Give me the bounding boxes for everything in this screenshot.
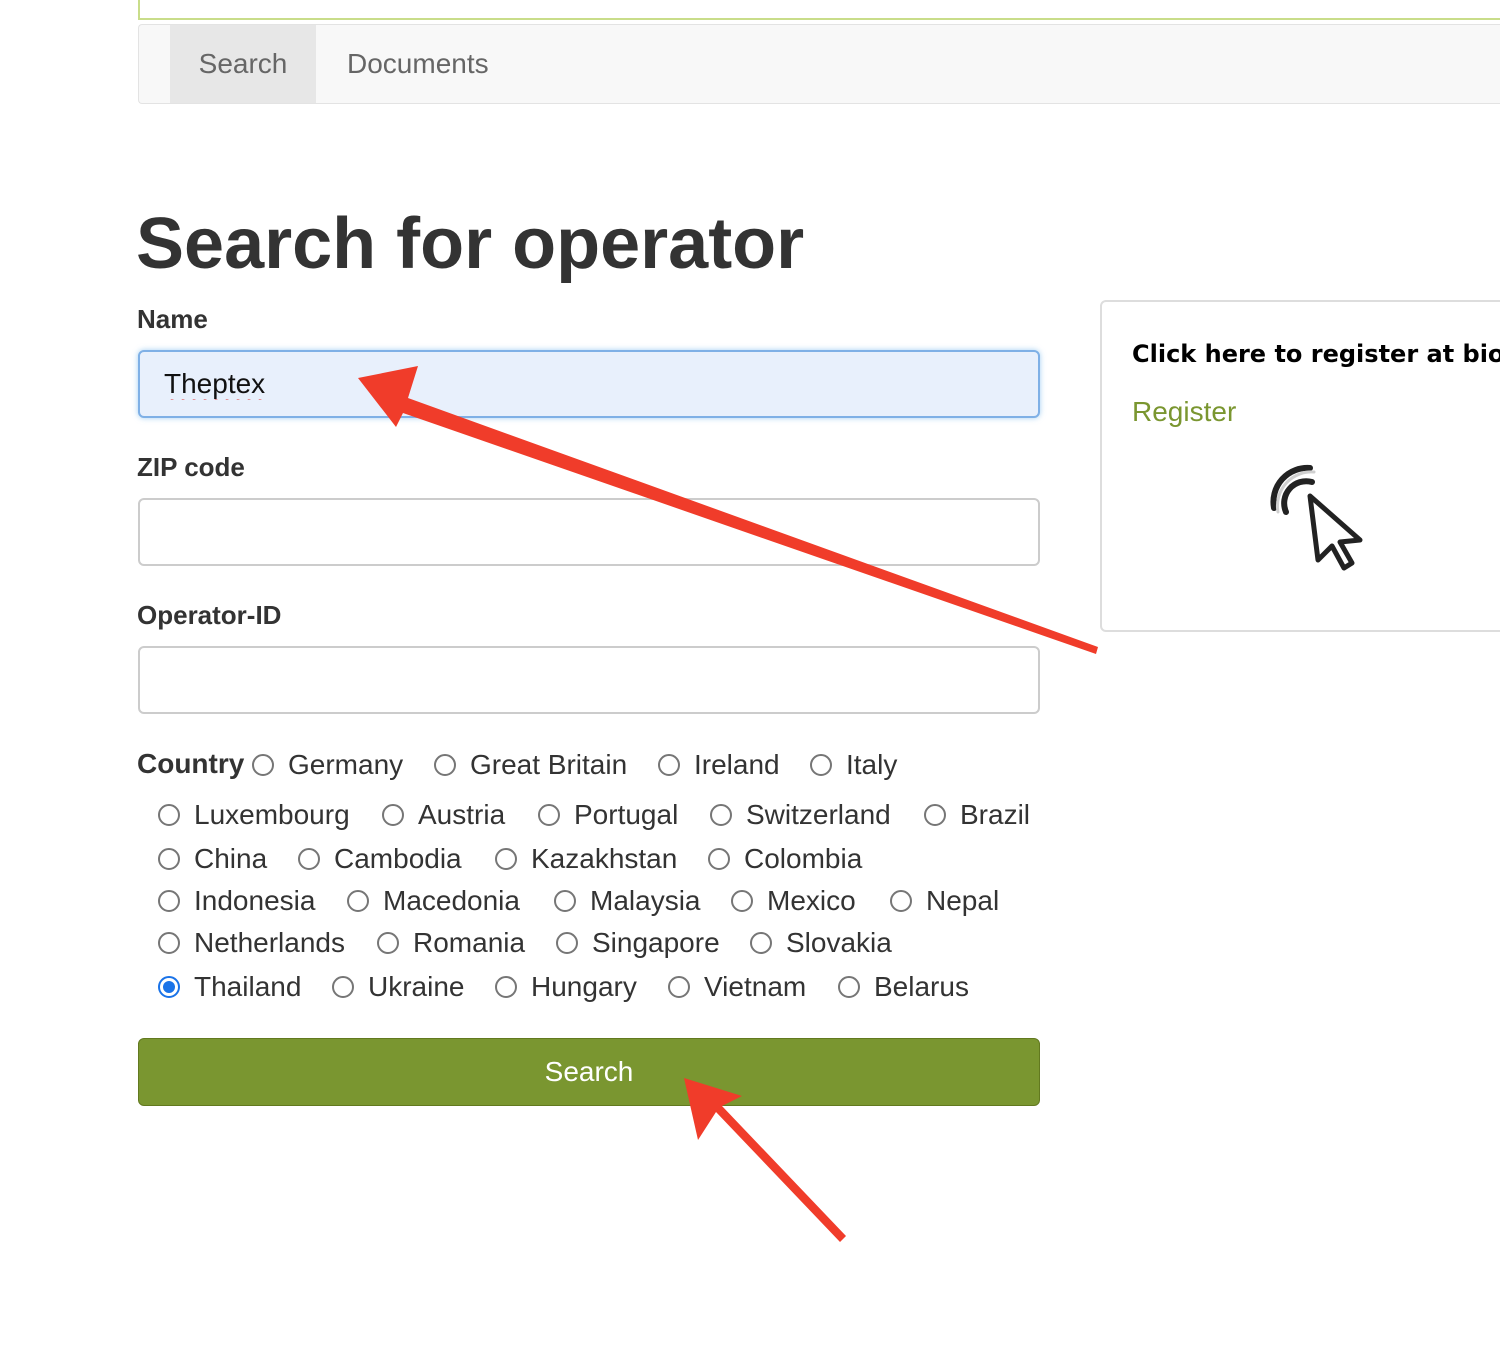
- country-option-label: China: [194, 843, 268, 874]
- register-panel: Click here to register at bio Register: [1100, 300, 1500, 632]
- radio-button[interactable]: [252, 754, 274, 776]
- country-option-ireland[interactable]: Ireland: [658, 749, 780, 781]
- navbar: Search Documents: [138, 24, 1500, 104]
- country-option-singapore[interactable]: Singapore: [556, 927, 720, 959]
- operator-id-input[interactable]: [138, 646, 1040, 714]
- country-option-label: Cambodia: [334, 843, 462, 874]
- country-option-label: Colombia: [744, 843, 863, 874]
- country-option-belarus[interactable]: Belarus: [838, 971, 969, 1003]
- register-link[interactable]: Register: [1132, 396, 1236, 428]
- radio-button[interactable]: [495, 848, 517, 870]
- country-option-label: Vietnam: [704, 971, 807, 1002]
- country-option-hungary[interactable]: Hungary: [495, 971, 637, 1003]
- zip-label: ZIP code: [137, 452, 245, 482]
- top-banner: [138, 0, 1500, 20]
- country-option-mexico[interactable]: Mexico: [731, 885, 856, 917]
- country-option-ukraine[interactable]: Ukraine: [332, 971, 464, 1003]
- country-option-slovakia[interactable]: Slovakia: [750, 927, 892, 959]
- country-option-switzerland[interactable]: Switzerland: [710, 799, 891, 831]
- radio-button[interactable]: [750, 932, 772, 954]
- radio-button[interactable]: [924, 804, 946, 826]
- country-option-label: Great Britain: [470, 749, 628, 780]
- country-option-netherlands[interactable]: Netherlands: [158, 927, 345, 959]
- operator-id-label: Operator-ID: [137, 600, 282, 630]
- radio-button[interactable]: [658, 754, 680, 776]
- country-option-label: Indonesia: [194, 885, 316, 916]
- search-button[interactable]: Search: [138, 1038, 1040, 1106]
- country-option-austria[interactable]: Austria: [382, 799, 505, 831]
- country-option-label: Switzerland: [746, 799, 891, 830]
- country-option-great-britain[interactable]: Great Britain: [434, 749, 627, 781]
- country-option-label: Germany: [288, 749, 404, 780]
- radio-button[interactable]: [838, 976, 860, 998]
- country-option-nepal[interactable]: Nepal: [890, 885, 999, 917]
- radio-button[interactable]: [347, 890, 369, 912]
- country-option-luxembourg[interactable]: Luxembourg: [158, 799, 350, 831]
- country-option-thailand[interactable]: Thailand: [158, 971, 301, 1003]
- country-option-kazakhstan[interactable]: Kazakhstan: [495, 843, 677, 875]
- radio-button[interactable]: [668, 976, 690, 998]
- country-option-label: Ukraine: [368, 971, 465, 1002]
- radio-button[interactable]: [158, 804, 180, 826]
- country-option-china[interactable]: China: [158, 843, 267, 875]
- country-option-label: Luxembourg: [194, 799, 350, 830]
- country-option-malaysia[interactable]: Malaysia: [554, 885, 700, 917]
- country-option-indonesia[interactable]: Indonesia: [158, 885, 315, 917]
- radio-button[interactable]: [298, 848, 320, 870]
- country-option-label: Netherlands: [194, 927, 345, 958]
- country-option-vietnam[interactable]: Vietnam: [668, 971, 806, 1003]
- radio-button[interactable]: [554, 890, 576, 912]
- country-option-colombia[interactable]: Colombia: [708, 843, 862, 875]
- country-option-germany[interactable]: Germany: [252, 749, 403, 781]
- click-cursor-icon: [1270, 464, 1363, 571]
- radio-button[interactable]: [731, 890, 753, 912]
- register-heading: Click here to register at bio: [1132, 340, 1500, 368]
- country-option-label: Macedonia: [383, 885, 520, 916]
- tab-search[interactable]: Search: [170, 25, 316, 103]
- radio-button[interactable]: [890, 890, 912, 912]
- country-option-label: Mexico: [767, 885, 856, 916]
- radio-button[interactable]: [708, 848, 730, 870]
- country-option-brazil[interactable]: Brazil: [924, 799, 1030, 831]
- radio-button[interactable]: [382, 804, 404, 826]
- tab-documents[interactable]: Documents: [347, 25, 489, 103]
- radio-button[interactable]: [158, 976, 180, 998]
- radio-button[interactable]: [158, 848, 180, 870]
- country-label: Country: [137, 748, 245, 779]
- name-input[interactable]: [138, 350, 1040, 418]
- country-option-label: Italy: [846, 749, 898, 780]
- country-option-label: Ireland: [694, 749, 780, 780]
- country-option-label: Malaysia: [590, 885, 701, 916]
- radio-button[interactable]: [377, 932, 399, 954]
- country-option-label: Belarus: [874, 971, 969, 1002]
- radio-button[interactable]: [810, 754, 832, 776]
- country-option-label: Portugal: [574, 799, 679, 830]
- radio-button[interactable]: [332, 976, 354, 998]
- radio-button[interactable]: [158, 890, 180, 912]
- country-option-label: Brazil: [960, 799, 1031, 830]
- country-option-label: Austria: [418, 799, 506, 830]
- radio-button[interactable]: [538, 804, 560, 826]
- zip-input[interactable]: [138, 498, 1040, 566]
- page-title: Search for operator: [136, 204, 805, 284]
- country-option-italy[interactable]: Italy: [810, 749, 897, 781]
- country-option-cambodia[interactable]: Cambodia: [298, 843, 462, 875]
- radio-button[interactable]: [434, 754, 456, 776]
- country-option-label: Thailand: [194, 971, 302, 1002]
- name-label: Name: [137, 304, 208, 334]
- radio-button[interactable]: [710, 804, 732, 826]
- country-option-label: Hungary: [531, 971, 637, 1002]
- radio-button[interactable]: [556, 932, 578, 954]
- country-option-romania[interactable]: Romania: [377, 927, 525, 959]
- radio-button[interactable]: [158, 932, 180, 954]
- country-option-label: Singapore: [592, 927, 720, 958]
- country-option-label: Romania: [413, 927, 526, 958]
- country-option-label: Nepal: [926, 885, 1000, 916]
- radio-button[interactable]: [495, 976, 517, 998]
- country-option-label: Kazakhstan: [531, 843, 678, 874]
- country-option-portugal[interactable]: Portugal: [538, 799, 678, 831]
- country-option-label: Slovakia: [786, 927, 892, 958]
- country-option-macedonia[interactable]: Macedonia: [347, 885, 520, 917]
